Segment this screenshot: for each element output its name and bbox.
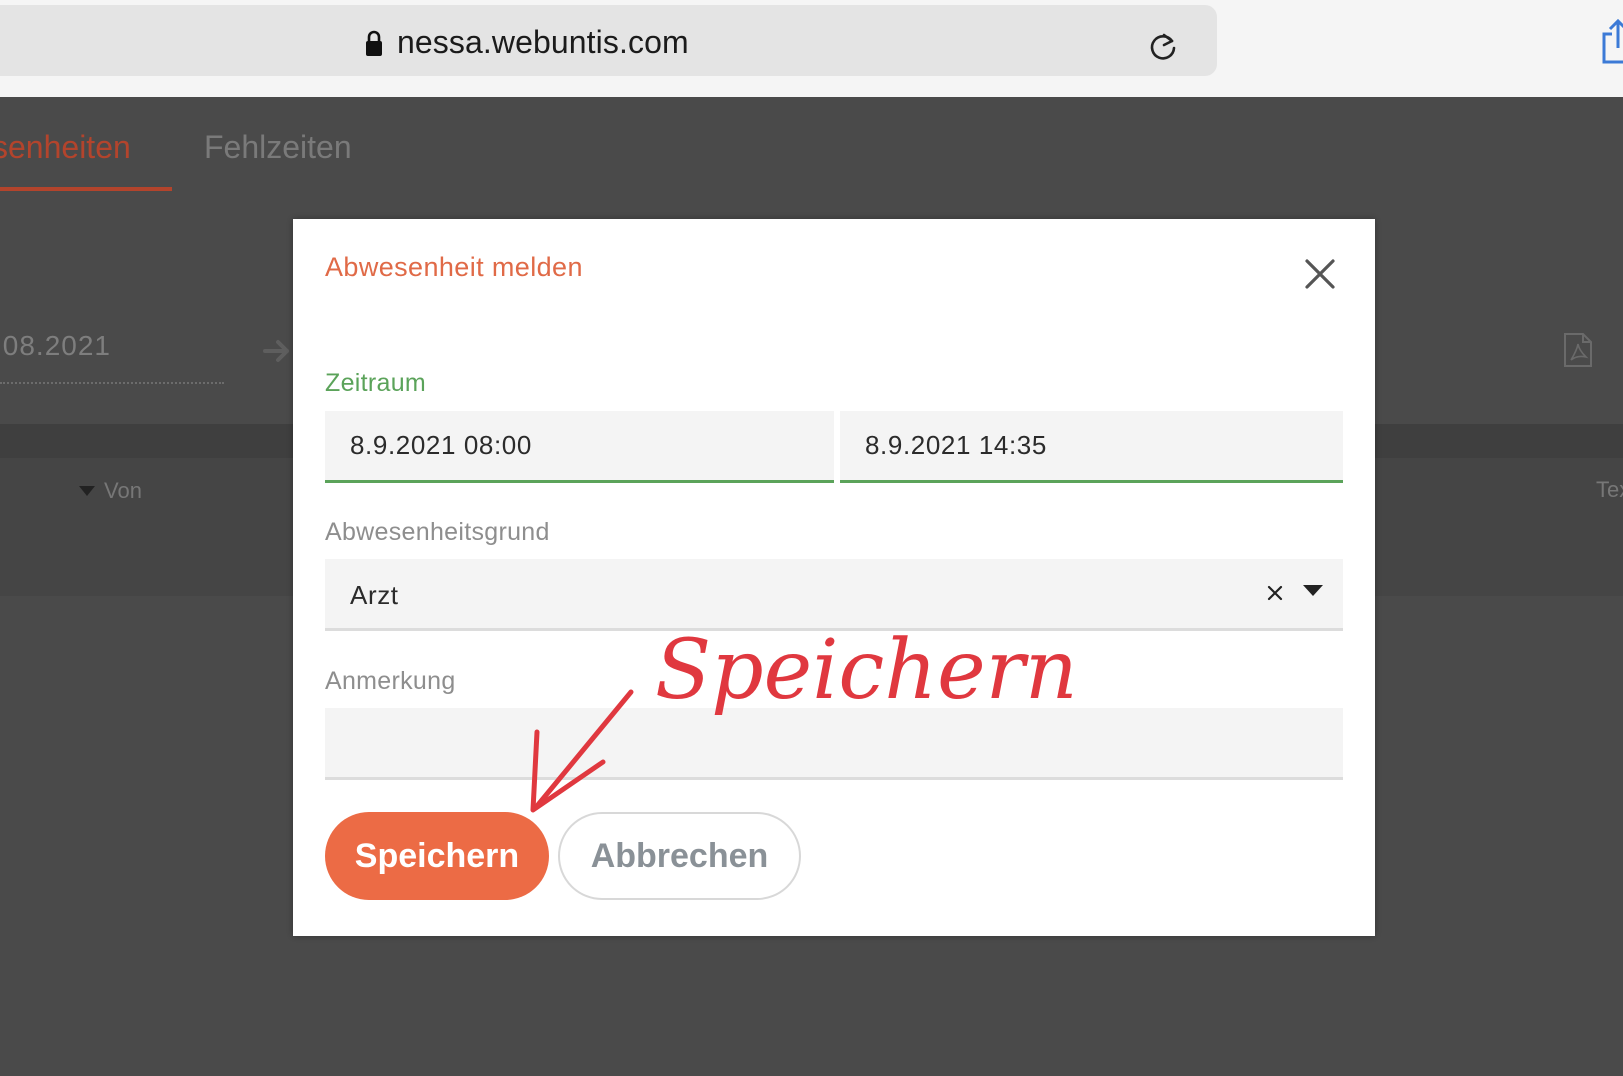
pdf-icon[interactable] xyxy=(1562,332,1594,368)
caret-down-icon xyxy=(79,486,95,496)
period-to-value: 8.9.2021 14:35 xyxy=(865,430,1047,460)
close-icon[interactable] xyxy=(1303,257,1337,291)
browser-toolbar: nessa.webuntis.com xyxy=(0,0,1623,97)
note-label: Anmerkung xyxy=(325,667,456,695)
url-text: nessa.webuntis.com xyxy=(397,24,689,60)
filter-date-from[interactable]: .08.2021 xyxy=(0,330,111,362)
clear-icon[interactable] xyxy=(1267,585,1283,601)
save-button[interactable]: Speichern xyxy=(325,812,549,900)
tab-abwesenheiten[interactable]: senheiten xyxy=(0,129,131,166)
reason-label: Abwesenheitsgrund xyxy=(325,518,550,546)
reason-value: Arzt xyxy=(350,580,399,610)
address-bar[interactable]: nessa.webuntis.com xyxy=(0,5,1217,76)
share-icon[interactable] xyxy=(1598,18,1623,66)
period-label: Zeitraum xyxy=(325,369,427,397)
period-to-input[interactable]: 8.9.2021 14:35 xyxy=(840,411,1343,483)
date-underline xyxy=(0,382,224,384)
chevron-down-icon[interactable] xyxy=(1303,585,1323,597)
url-display[interactable]: nessa.webuntis.com xyxy=(365,24,689,61)
reason-select[interactable]: Arzt xyxy=(325,559,1343,631)
tab-fehlzeiten[interactable]: Fehlzeiten xyxy=(204,129,352,166)
period-from-input[interactable]: 8.9.2021 08:00 xyxy=(325,411,834,483)
note-input[interactable] xyxy=(325,708,1343,780)
active-tab-indicator xyxy=(0,187,172,191)
tab-bar: senheiten Fehlzeiten xyxy=(0,97,1623,193)
reload-icon[interactable] xyxy=(1145,29,1181,65)
absence-dialog: Abwesenheit melden Zeitraum 8.9.2021 08:… xyxy=(293,219,1375,936)
column-header-von[interactable]: Von xyxy=(78,478,142,504)
lock-icon xyxy=(366,30,382,56)
cancel-button[interactable]: Abbrechen xyxy=(558,812,801,900)
column-header-text[interactable]: Tex xyxy=(1596,477,1623,503)
dialog-title: Abwesenheit melden xyxy=(325,252,583,282)
column-header-label: Von xyxy=(104,478,142,503)
arrow-right-icon xyxy=(263,340,289,362)
period-from-value: 8.9.2021 08:00 xyxy=(350,430,532,460)
